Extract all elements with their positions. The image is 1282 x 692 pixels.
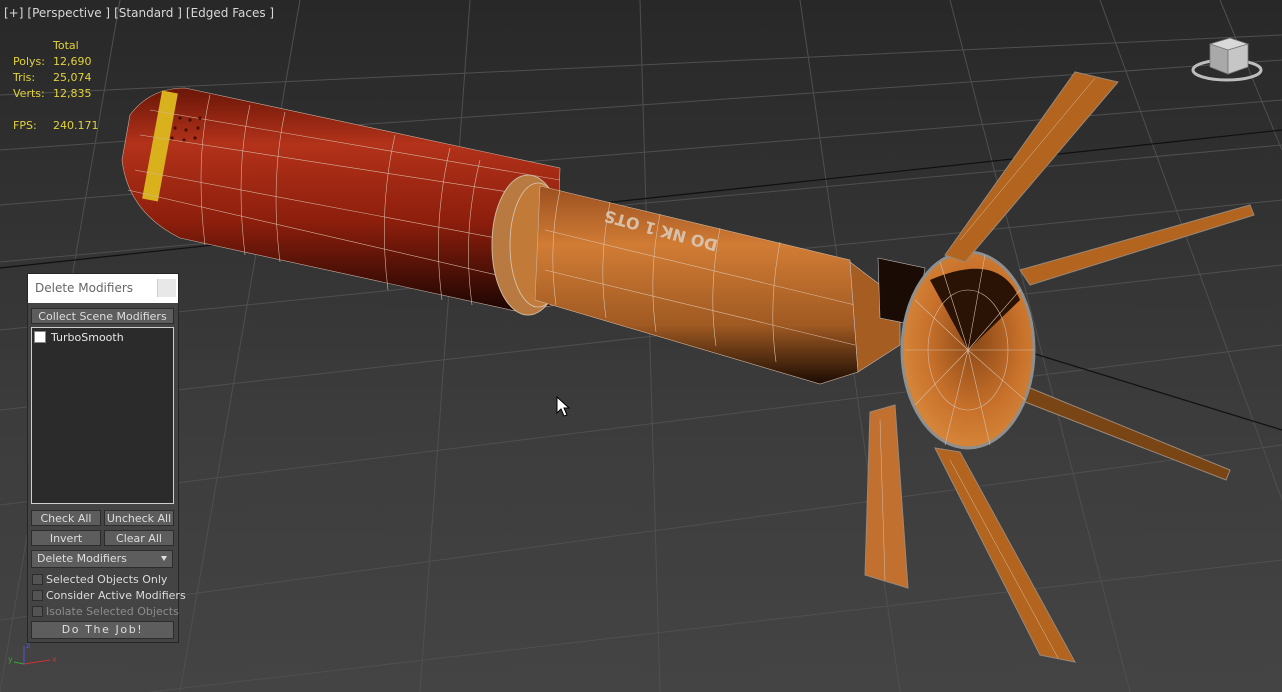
viewport-statistics: Total Polys: 12,690 Tris: 25,074 Verts: 12,… xyxy=(13,38,99,134)
modifier-list[interactable]: TurboSmooth xyxy=(31,327,174,504)
red-body xyxy=(121,87,561,313)
axis-tripod-icon: x y z xyxy=(8,641,57,665)
axis-y-label: y xyxy=(8,655,13,664)
clear-all-button[interactable]: Clear All xyxy=(104,530,174,546)
orange-tube: DO NK 1 OTS xyxy=(534,185,859,385)
viewport-label-menu[interactable]: [+] [Perspective ] [Standard ] [Edged Faces… xyxy=(4,6,278,20)
perspective-viewport[interactable]: DO NK 1 OTS [+] [Perspective] [Standard… xyxy=(0,0,1282,692)
consider-active-modifiers-checkbox[interactable]: Consider Active Modifiers xyxy=(32,588,186,602)
check-all-button[interactable]: Check All xyxy=(31,510,101,526)
viewport-pov-menu[interactable]: [Perspective ] xyxy=(27,6,110,20)
stats-label: Polys: xyxy=(13,55,45,68)
checkbox-box xyxy=(32,605,43,617)
mouse-cursor-icon xyxy=(556,396,570,417)
isolate-selected-objects-checkbox: Isolate Selected Objects xyxy=(32,604,179,618)
viewport-plus-menu[interactable]: [+] xyxy=(4,6,23,20)
mode-dropdown[interactable]: Delete Modifiers xyxy=(31,550,173,568)
list-item-label: TurboSmooth xyxy=(51,330,124,344)
uncheck-all-button[interactable]: Uncheck All xyxy=(104,510,174,526)
stats-value: 12,690 xyxy=(53,55,92,68)
invert-button[interactable]: Invert xyxy=(31,530,101,546)
stats-row-polys: Polys: 12,690 xyxy=(13,54,99,70)
stats-row-tris: Tris: 25,074 xyxy=(13,70,99,86)
stats-row-verts: Verts: 12,835 xyxy=(13,86,99,102)
checkbox-label: Isolate Selected Objects xyxy=(46,604,179,618)
checkbox-label: Selected Objects Only xyxy=(46,572,168,586)
stats-value: 12,835 xyxy=(53,87,92,100)
stats-value: 25,074 xyxy=(53,71,92,84)
stats-label: FPS: xyxy=(13,119,37,132)
stats-value: 240.171 xyxy=(53,119,99,132)
panel-title: Delete Modifiers xyxy=(35,281,134,295)
collect-scene-modifiers-button[interactable]: Collect Scene Modifiers xyxy=(31,308,174,324)
do-the-job-button[interactable]: Do The Job! xyxy=(31,621,174,639)
stats-label: Verts: xyxy=(13,87,45,100)
mode-dropdown-value: Delete Modifiers xyxy=(37,552,127,565)
checkbox-box[interactable] xyxy=(32,573,43,585)
axis-x-label: x xyxy=(52,655,57,664)
list-item[interactable]: TurboSmooth xyxy=(34,330,124,344)
viewcube-icon[interactable] xyxy=(1190,34,1264,86)
checkbox-box[interactable] xyxy=(32,589,43,601)
chevron-down-icon xyxy=(161,556,167,561)
viewport-shading-standard-menu[interactable]: [Standard ] xyxy=(114,6,182,20)
scene-render: DO NK 1 OTS xyxy=(0,0,1282,692)
stats-label: Tris: xyxy=(13,71,36,84)
panel-title-bar[interactable]: Delete Modifiers xyxy=(28,274,178,303)
list-item-checkbox[interactable] xyxy=(34,331,46,343)
checkbox-label: Consider Active Modifiers xyxy=(46,588,186,602)
stats-row-fps: FPS: 240.171 xyxy=(13,118,99,134)
panel-close-button[interactable] xyxy=(157,279,176,297)
rear-fins xyxy=(1019,204,1255,481)
nozzle-bell xyxy=(900,250,1036,450)
delete-modifiers-panel: Delete Modifiers Collect Scene Modifiers… xyxy=(27,273,186,643)
selected-objects-only-checkbox[interactable]: Selected Objects Only xyxy=(32,572,167,586)
viewport-edged-faces-menu[interactable]: [Edged Faces ] xyxy=(186,6,274,20)
stats-header: Total xyxy=(53,39,79,52)
